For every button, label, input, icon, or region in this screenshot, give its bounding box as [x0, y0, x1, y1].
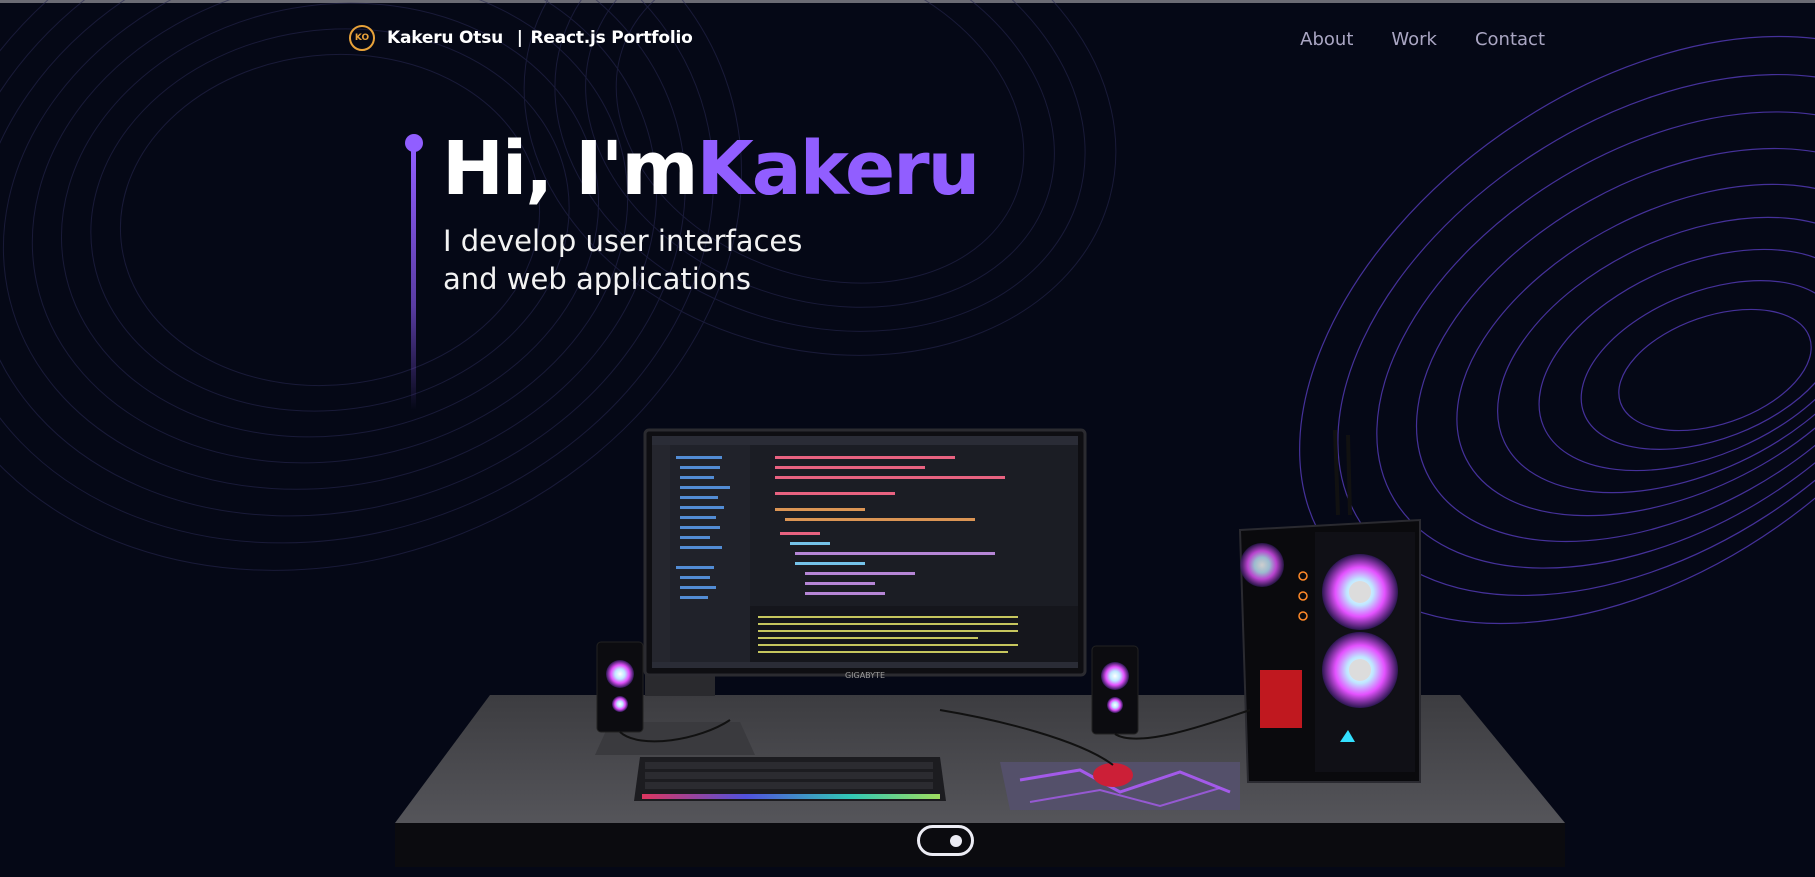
hero-heading: Hi, I'mKakeru — [442, 124, 980, 214]
hero-greeting: Hi, I'm — [442, 126, 698, 212]
navbar: KO Kakeru Otsu | React.js Portfolio Abou… — [0, 3, 1815, 73]
brand-separator: | — [516, 28, 523, 48]
desktop-computer-3d-scene[interactable]: GIGABYTE — [380, 420, 1580, 877]
nav-links: About Work Contact — [1300, 29, 1545, 50]
nav-link-contact[interactable]: Contact — [1475, 29, 1545, 50]
hero-subtitle: I develop user interfaces and web applic… — [443, 222, 802, 298]
home-logo-link[interactable]: KO Kakeru Otsu | React.js Portfolio — [349, 25, 693, 51]
hero-subtitle-line-2: and web applications — [443, 262, 752, 296]
monitor-brand-label: GIGABYTE — [845, 671, 885, 680]
keyboard — [634, 757, 946, 801]
right-speaker — [1091, 645, 1139, 735]
logo-text: KO — [354, 33, 370, 43]
logo-icon: KO — [349, 25, 375, 51]
scroll-indicator-dot — [950, 835, 962, 847]
brand-title: Kakeru Otsu | React.js Portfolio — [387, 28, 693, 48]
brand-name: Kakeru Otsu — [387, 28, 504, 48]
nav-link-work[interactable]: Work — [1391, 29, 1437, 50]
left-speaker — [596, 641, 644, 733]
hero-subtitle-line-1: I develop user interfaces — [443, 224, 803, 258]
pc-tower — [1238, 429, 1421, 783]
hero-name: Kakeru — [696, 126, 980, 212]
hero-timeline-line — [411, 150, 416, 410]
mouse — [1093, 763, 1133, 787]
brand-suffix: React.js Portfolio — [530, 28, 693, 48]
scroll-toggle-button[interactable] — [917, 825, 974, 856]
nav-link-about[interactable]: About — [1300, 29, 1353, 50]
